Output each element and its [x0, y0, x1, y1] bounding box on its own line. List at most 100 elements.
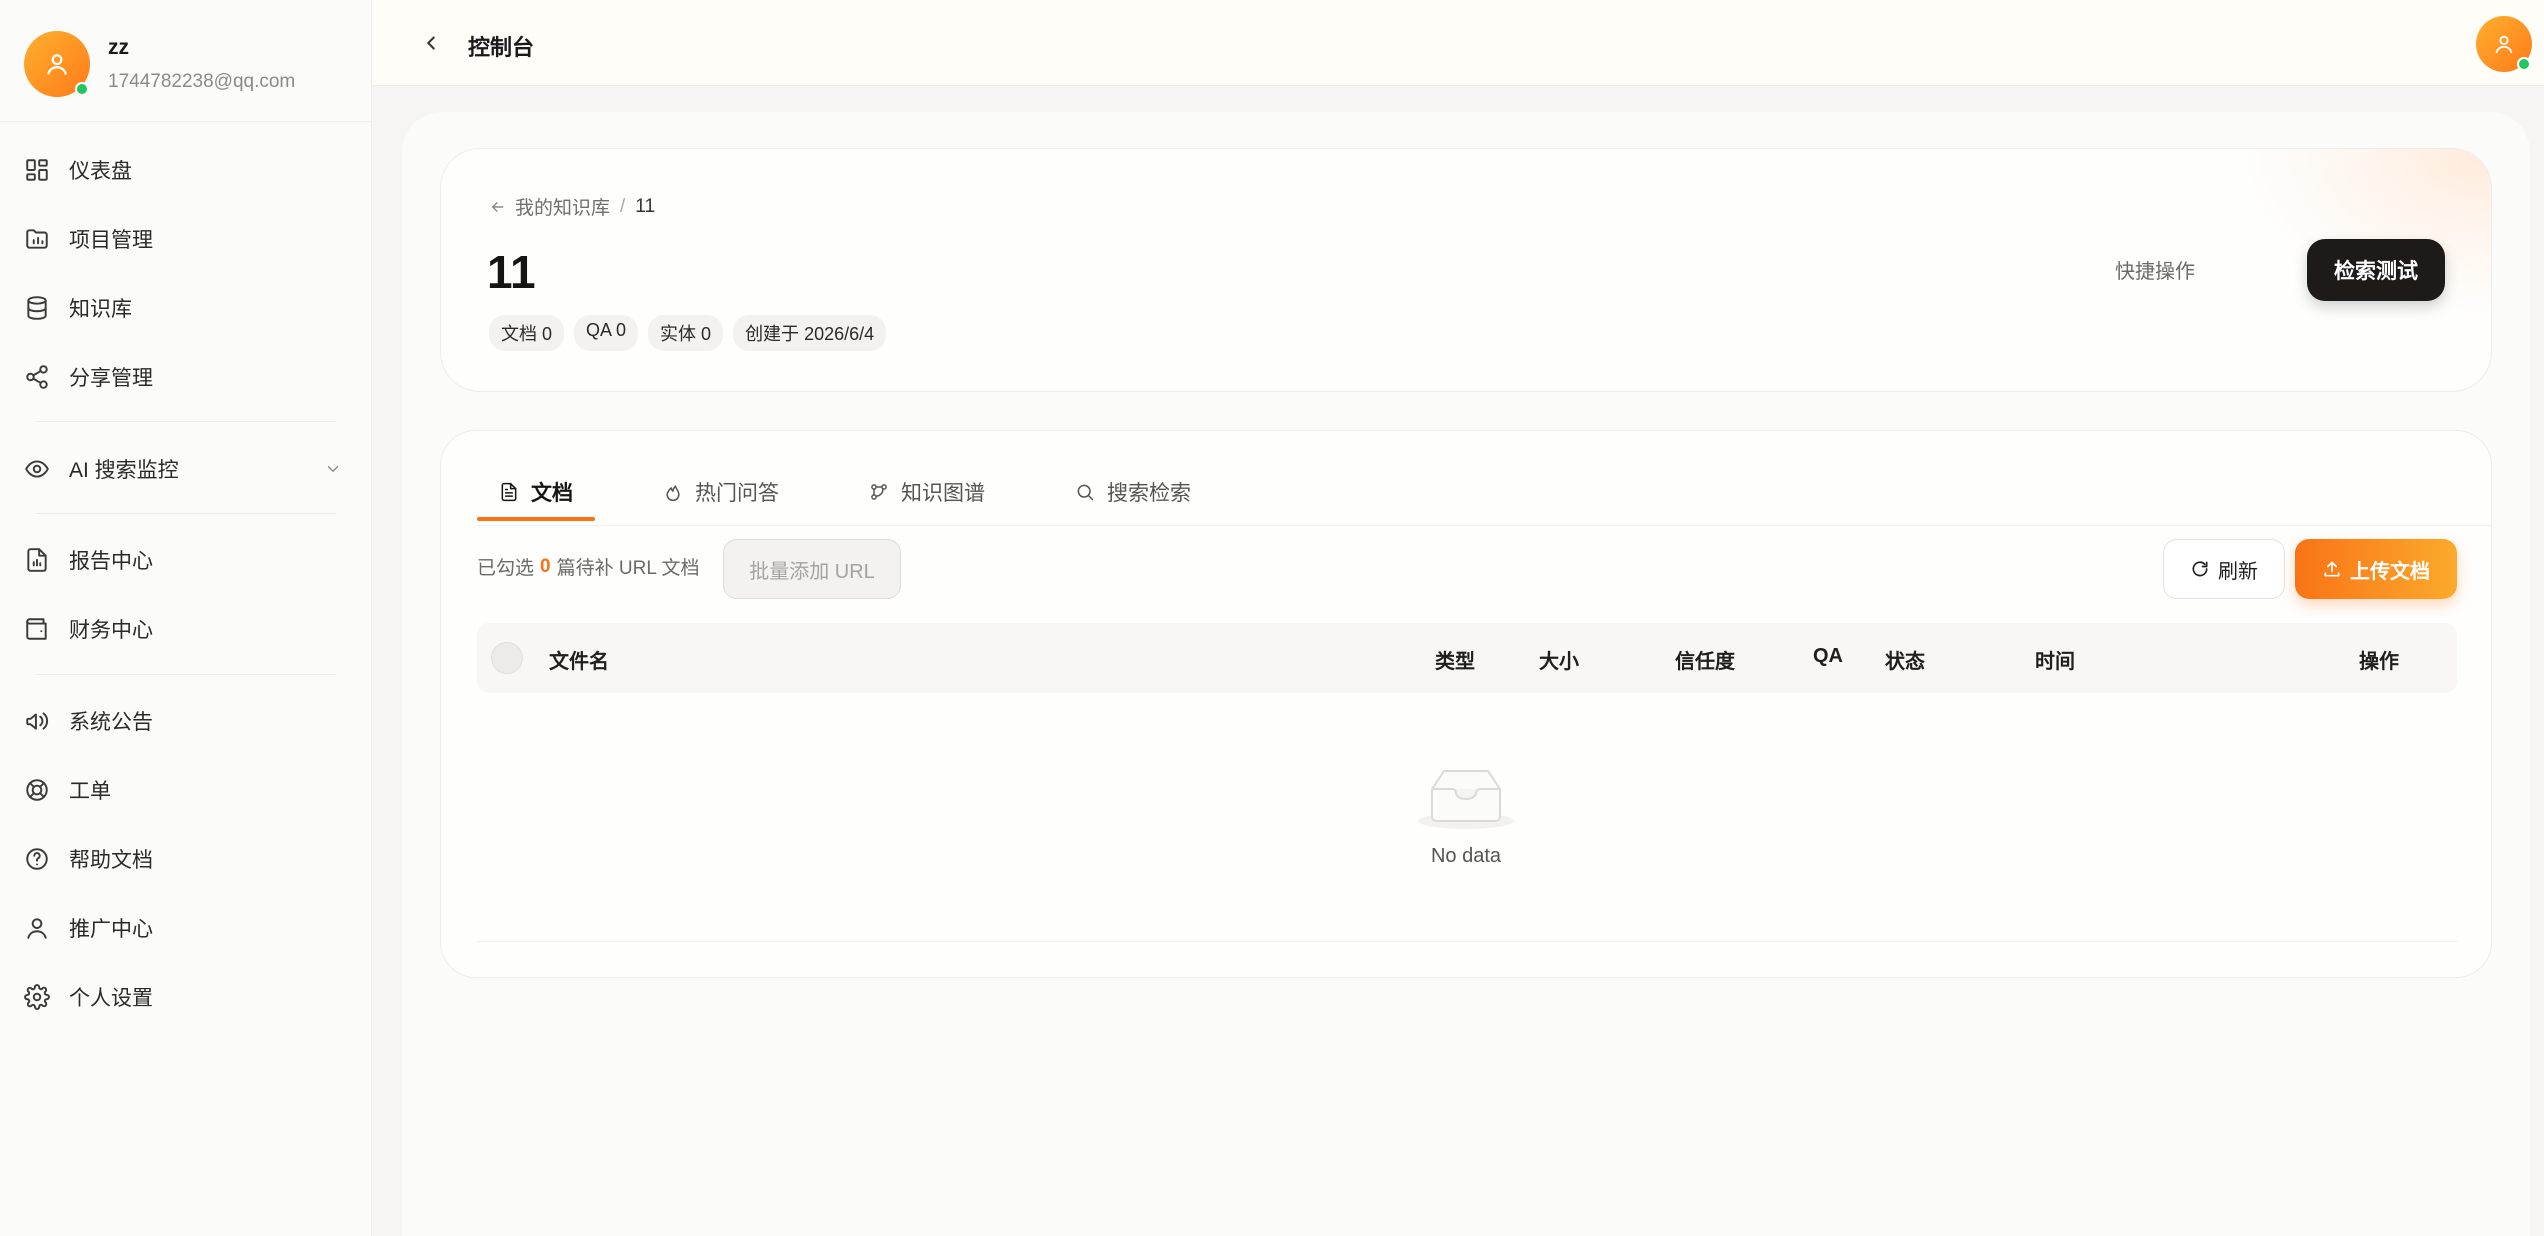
user-card[interactable]: zz 1744782238@qq.com — [0, 0, 372, 122]
column-header-status[interactable]: 状态 — [1885, 645, 1925, 674]
sidebar-item-help-docs[interactable]: 帮助文档 — [24, 833, 342, 885]
column-header-filename[interactable]: 文件名 — [549, 645, 609, 674]
help-icon — [26, 848, 48, 870]
gear-icon — [24, 984, 50, 1010]
refresh-button[interactable]: 刷新 — [2163, 539, 2285, 599]
sidebar-item-announcements[interactable]: 系统公告 — [24, 695, 342, 747]
column-header-actions: 操作 — [2359, 651, 2399, 673]
flame-icon — [666, 485, 680, 502]
lifebuoy-icon — [26, 779, 48, 801]
sidebar-item-tickets[interactable]: 工单 — [24, 764, 342, 816]
sidebar-item-projects[interactable]: 项目管理 — [24, 213, 342, 265]
back-button[interactable] — [416, 28, 446, 58]
upload-label: 上传文档 — [2350, 560, 2430, 583]
sidebar-item-label: AI 搜索监控 — [69, 459, 179, 482]
tabs: 文档 热门问答 知识图谱 搜索检索 — [477, 463, 1213, 521]
tab-label: 知识图谱 — [901, 482, 985, 505]
online-status-dot — [75, 82, 89, 96]
online-status-dot — [2517, 57, 2531, 71]
file-icon — [501, 482, 517, 502]
breadcrumb: 我的知识库 / 11 — [489, 193, 655, 220]
sidebar-item-label: 系统公告 — [69, 711, 153, 734]
sidebar-item-knowledge-base[interactable]: 知识库 — [24, 282, 342, 334]
tab-documents[interactable]: 文档 — [477, 463, 595, 521]
created-date-badge: 创建于 2026/6/4 — [733, 315, 887, 351]
sidebar-item-label: 报告中心 — [69, 550, 153, 573]
doc-count-badge: 文档 0 — [489, 315, 565, 351]
entity-count-badge: 实体 0 — [648, 315, 724, 351]
sidebar-item-label: 知识库 — [69, 298, 132, 321]
sidebar: zz 1744782238@qq.com 仪表盘 项目管理 知识库 分享管理 A… — [0, 0, 372, 1236]
sidebar-item-label: 推广中心 — [69, 918, 153, 941]
sidebar-item-ai-search-monitor[interactable]: AI 搜索监控 — [24, 443, 342, 495]
column-header-type[interactable]: 类型 — [1435, 645, 1475, 674]
report-icon — [27, 548, 47, 572]
sidebar-item-share[interactable]: 分享管理 — [24, 351, 342, 403]
sidebar-item-label: 个人设置 — [69, 987, 153, 1010]
user-email: 1744782238@qq.com — [108, 71, 296, 92]
eye-icon — [25, 460, 49, 478]
sidebar-item-settings[interactable]: 个人设置 — [24, 971, 342, 1023]
column-header-trust[interactable]: 信任度 — [1675, 645, 1735, 674]
selection-suffix: 篇待补 URL 文档 — [556, 558, 700, 579]
sidebar-item-label: 帮助文档 — [69, 849, 153, 872]
qa-count-badge: QA 0 — [574, 315, 639, 351]
search-icon — [1077, 484, 1094, 501]
refresh-icon — [2192, 561, 2208, 577]
avatar[interactable] — [2476, 16, 2532, 72]
table-header: 文件名 类型 大小 信任度 QA 状态 时间 操作 — [477, 623, 2457, 693]
tabs-divider — [477, 525, 2491, 526]
sidebar-item-dashboard[interactable]: 仪表盘 — [24, 144, 342, 196]
tab-label: 搜索检索 — [1107, 482, 1191, 505]
empty-state — [441, 761, 2491, 836]
empty-state-text: No data — [1430, 845, 1502, 867]
search-test-button[interactable]: 检索测试 — [2307, 239, 2445, 301]
tab-label: 文档 — [531, 482, 573, 505]
sidebar-item-reports[interactable]: 报告中心 — [24, 534, 342, 586]
column-header-size[interactable]: 大小 — [1539, 645, 1579, 674]
graph-icon — [871, 484, 887, 500]
avatar[interactable] — [24, 31, 90, 97]
table-bottom-divider — [477, 941, 2457, 942]
sidebar-item-label: 仪表盘 — [69, 160, 132, 183]
arrow-left-icon[interactable] — [489, 198, 507, 216]
documents-panel: 文档 热门问答 知识图谱 搜索检索 已勾选 0 篇待补 URL 文档 批量添加 … — [440, 430, 2492, 978]
chevron-down-icon[interactable] — [324, 460, 342, 478]
wallet-icon — [26, 618, 47, 640]
user-icon — [2495, 35, 2513, 54]
nav-divider — [36, 513, 336, 514]
batch-add-url-button[interactable]: 批量添加 URL — [723, 539, 901, 599]
tab-hot-qa[interactable]: 热门问答 — [641, 463, 801, 521]
user-icon — [27, 918, 47, 939]
page-title: 控制台 — [468, 35, 535, 60]
nav-divider — [36, 421, 336, 422]
knowledge-base-title: 11 — [487, 246, 536, 298]
breadcrumb-parent[interactable]: 我的知识库 — [515, 193, 610, 220]
column-header-qa[interactable]: QA — [1813, 645, 1843, 668]
breadcrumb-current: 11 — [635, 195, 656, 217]
dashboard-icon — [26, 159, 48, 181]
sidebar-item-label: 工单 — [69, 780, 111, 803]
quick-actions-label: 快捷操作 — [2115, 261, 2195, 283]
selection-prefix: 已勾选 — [477, 558, 535, 579]
selection-info: 已勾选 0 篇待补 URL 文档 — [477, 553, 699, 580]
share-icon — [26, 365, 48, 389]
user-name: zz — [108, 36, 129, 59]
select-all-checkbox[interactable] — [491, 642, 523, 674]
empty-inbox-icon — [1418, 770, 1514, 829]
refresh-label: 刷新 — [2218, 560, 2258, 583]
sidebar-item-label: 财务中心 — [69, 619, 153, 642]
user-icon — [47, 54, 67, 75]
sidebar-item-finance[interactable]: 财务中心 — [24, 603, 342, 655]
sidebar-item-promotion[interactable]: 推广中心 — [24, 902, 342, 954]
folder-chart-icon — [26, 229, 48, 249]
tab-label: 热门问答 — [695, 482, 779, 505]
column-header-time[interactable]: 时间 — [2035, 645, 2075, 674]
nav-divider — [36, 674, 336, 675]
selection-count: 0 — [540, 555, 551, 577]
sidebar-item-label: 项目管理 — [69, 229, 153, 252]
megaphone-icon — [26, 712, 49, 730]
tab-search[interactable]: 搜索检索 — [1053, 463, 1213, 521]
tab-knowledge-graph[interactable]: 知识图谱 — [847, 463, 1007, 521]
upload-document-button[interactable]: 上传文档 — [2295, 539, 2457, 599]
